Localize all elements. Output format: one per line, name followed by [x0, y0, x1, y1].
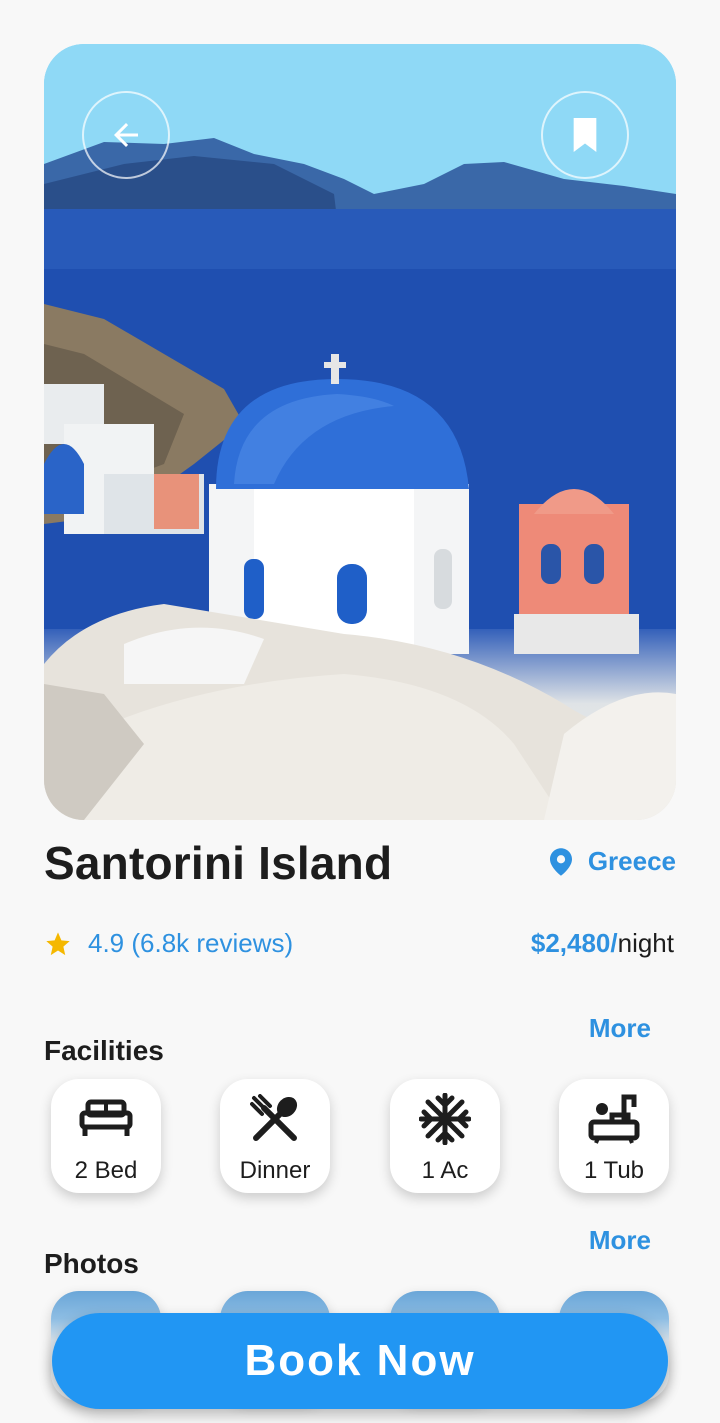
- facility-bed[interactable]: 2 Bed: [51, 1079, 161, 1193]
- bookmark-button[interactable]: [541, 91, 629, 179]
- bookmark-icon: [573, 118, 597, 152]
- utensils-icon: [250, 1093, 300, 1145]
- facility-tub[interactable]: 1 Tub: [559, 1079, 669, 1193]
- facility-ac[interactable]: 1 Ac: [390, 1079, 500, 1193]
- price: $2,480/night: [531, 928, 674, 959]
- price-unit: night: [617, 928, 674, 958]
- facility-dinner[interactable]: Dinner: [220, 1079, 330, 1193]
- location-link[interactable]: Greece: [549, 846, 676, 877]
- facility-label: Dinner: [239, 1157, 311, 1184]
- price-amount: $2,480/: [530, 928, 618, 958]
- star-icon: [44, 930, 72, 958]
- book-now-button[interactable]: Book Now: [52, 1313, 668, 1409]
- hero-image: [44, 44, 676, 820]
- facility-label: 1 Ac: [421, 1157, 469, 1184]
- facilities-more-link[interactable]: More: [589, 1013, 651, 1044]
- location-label: Greece: [587, 846, 676, 876]
- place-title: Santorini Island: [44, 837, 393, 889]
- back-button[interactable]: [82, 91, 170, 179]
- bed-icon: [79, 1093, 133, 1145]
- snowflake-icon: [419, 1093, 471, 1145]
- location-pin-icon: [549, 847, 572, 876]
- facilities-title: Facilities: [44, 1035, 164, 1066]
- facility-label: 1 Tub: [583, 1157, 645, 1184]
- photos-more-link[interactable]: More: [589, 1225, 651, 1256]
- photos-title: Photos: [44, 1248, 139, 1279]
- bathtub-icon: [588, 1093, 640, 1145]
- arrow-back-icon: [114, 123, 138, 147]
- facility-label: 2 Bed: [74, 1157, 138, 1184]
- rating-label: 4.9 (6.8k reviews): [88, 928, 294, 958]
- rating: 4.9 (6.8k reviews): [44, 928, 293, 959]
